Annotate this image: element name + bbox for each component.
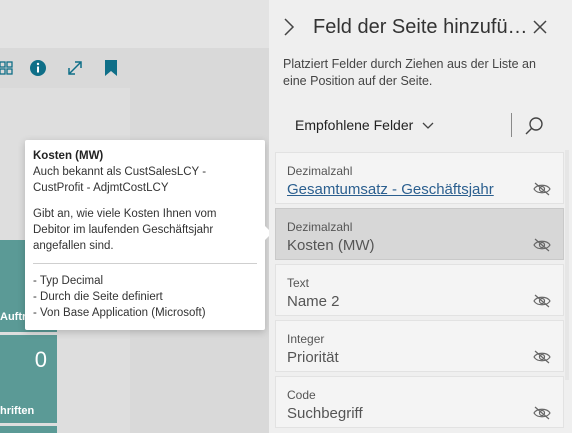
tooltip-meta-line: - Durch die Seite definiert [33,291,163,303]
search-icon[interactable] [523,115,545,137]
cue-tile-label: hriften [0,405,35,417]
tooltip-divider [33,263,257,264]
field-type: Code [287,388,316,402]
field-type: Integer [287,332,325,346]
field-card-selected[interactable]: Dezimalzahl Kosten (MW) [275,208,564,260]
field-type: Dezimalzahl [287,220,353,234]
field-list-scrollbar[interactable] [565,150,569,380]
tooltip-aka: Auch bekannt als CustSalesLCY - CustProf… [33,164,257,196]
field-card[interactable]: Dezimalzahl Gesamtumsatz - Geschäftsjahr [275,152,564,204]
cue-tile-label: Auftr [0,311,27,323]
close-icon[interactable] [532,19,548,35]
filter-row: Empfohlene Felder [269,108,572,142]
eye-hidden-icon[interactable] [533,238,551,252]
field-name: Suchbegriff [287,405,363,422]
field-tooltip: Kosten (MW) Auch bekannt als CustSalesLC… [25,140,265,330]
grid-icon[interactable] [0,58,16,78]
filter-dropdown-label[interactable]: Empfohlene Felder [295,117,413,133]
chevron-down-icon[interactable] [421,119,435,131]
tooltip-meta: - Typ Decimal - Durch die Seite definier… [33,273,257,321]
tooltip-meta-line: - Typ Decimal [33,275,104,287]
tooltip-aka-line: CustProfit - AdjmtCostLCY [33,182,169,194]
expand-icon[interactable] [65,58,85,78]
chevron-right-icon[interactable] [281,17,297,37]
field-name: Name 2 [287,293,340,310]
eye-hidden-icon[interactable] [533,350,551,364]
page-header-area [0,0,269,48]
info-icon[interactable] [28,58,48,78]
field-name: Kosten (MW) [287,237,375,254]
field-card[interactable]: Integer Priorität [275,320,564,372]
eye-hidden-icon[interactable] [533,406,551,420]
tooltip-desc-line: Debitor im laufenden Geschäftsjahr [33,224,214,236]
filter-divider [511,113,512,137]
page-toolbar [0,58,269,80]
field-card[interactable]: Text Name 2 [275,264,564,316]
panel-description: Platziert Felder durch Ziehen aus der Li… [283,57,536,88]
eye-hidden-icon[interactable] [533,182,551,196]
tooltip-description: Gibt an, wie viele Kosten Ihnen vom Debi… [33,206,257,254]
tooltip-desc-line: angefallen sind. [33,240,114,252]
field-type: Dezimalzahl [287,164,353,178]
tooltip-meta-line: - Von Base Application (Microsoft) [33,307,206,319]
cue-tile[interactable] [0,426,57,433]
add-field-panel: Feld der Seite hinzufü… Platziert Felder… [269,0,572,433]
tooltip-aka-line: Auch bekannt als CustSalesLCY - [33,166,207,178]
cue-tile[interactable]: 0 hriften [0,335,57,423]
bookmark-icon[interactable] [101,58,121,78]
field-type: Text [287,276,310,290]
eye-hidden-icon[interactable] [533,294,551,308]
field-name-link[interactable]: Gesamtumsatz - Geschäftsjahr [287,181,494,198]
field-name: Priorität [287,349,339,366]
field-card[interactable]: Code Suchbegriff [275,376,564,428]
tooltip-title: Kosten (MW) [33,150,104,162]
cue-tile-value: 0 [34,347,47,372]
panel-title: Feld der Seite hinzufü… [313,16,528,38]
tooltip-desc-line: Gibt an, wie viele Kosten Ihnen vom [33,208,217,220]
panel-header: Feld der Seite hinzufü… [269,0,572,52]
